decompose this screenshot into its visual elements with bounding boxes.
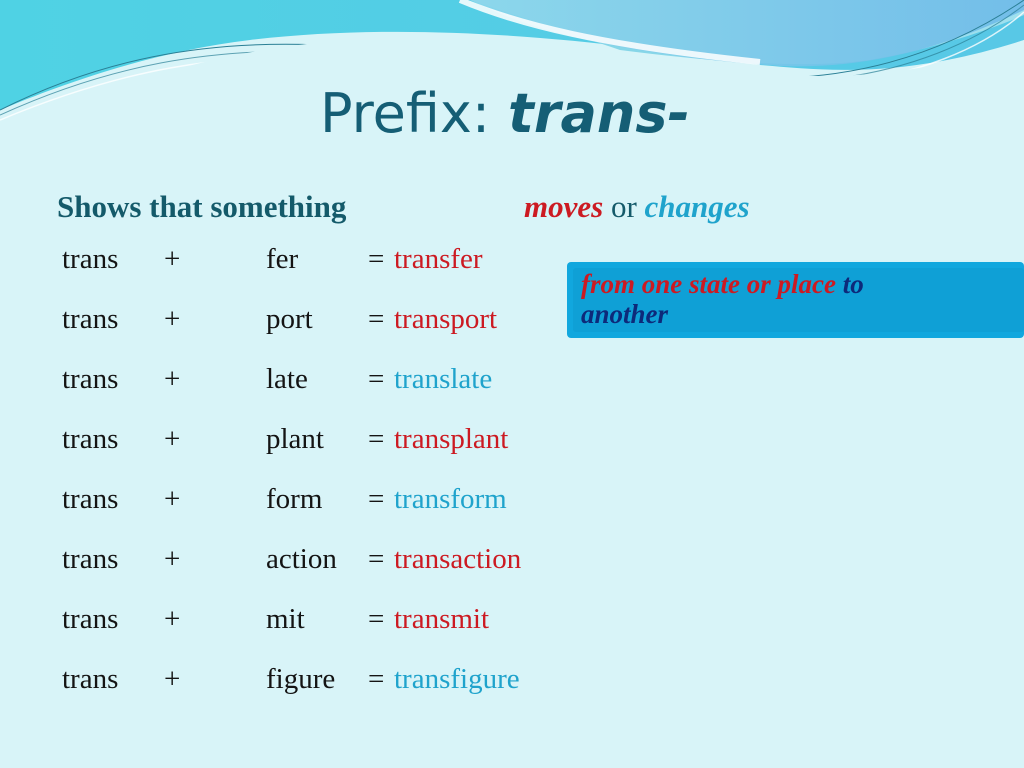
- callout-part-1: from one state or place: [581, 269, 836, 299]
- slide-title: Prefix: trans-: [320, 82, 690, 145]
- result-word: transaction: [394, 543, 522, 575]
- equals-sign: =: [368, 483, 385, 515]
- result-word: transmit: [394, 603, 490, 635]
- plus-sign: +: [164, 603, 181, 635]
- prefix-base: trans: [62, 243, 119, 275]
- plus-sign: +: [164, 483, 181, 515]
- root-word: figure: [266, 663, 336, 695]
- equals-sign: =: [368, 663, 385, 695]
- plus-sign: +: [164, 543, 181, 575]
- plus-sign: +: [164, 423, 181, 455]
- plus-sign: +: [164, 663, 181, 695]
- result-word: transplant: [394, 423, 509, 455]
- keyword-moves: moves: [524, 189, 604, 224]
- callout-part-2: to: [842, 269, 864, 299]
- root-word: port: [266, 303, 313, 335]
- root-word: fer: [266, 243, 299, 275]
- prefix-base: trans: [62, 543, 119, 575]
- title-prefix: trans-: [508, 82, 690, 145]
- root-word: form: [266, 483, 323, 515]
- callout-part-3: another: [581, 299, 669, 329]
- result-word: transfigure: [394, 663, 520, 695]
- prefix-base: trans: [62, 603, 119, 635]
- root-word: action: [266, 543, 337, 575]
- prefix-base: trans: [62, 423, 119, 455]
- callout-text: from one state or place to another: [581, 269, 1014, 329]
- equals-sign: =: [368, 363, 385, 395]
- prefix-base: trans: [62, 483, 119, 515]
- result-word: transform: [394, 483, 507, 515]
- root-word: late: [266, 363, 308, 395]
- plus-sign: +: [164, 363, 181, 395]
- equals-sign: =: [368, 543, 385, 575]
- plus-sign: +: [164, 303, 181, 335]
- result-word: translate: [394, 363, 493, 395]
- equals-sign: =: [368, 303, 385, 335]
- prefix-base: trans: [62, 303, 119, 335]
- equals-sign: =: [368, 603, 385, 635]
- keyword-changes: changes: [644, 189, 750, 224]
- equals-sign: =: [368, 423, 385, 455]
- result-word: transport: [394, 303, 498, 335]
- root-word: mit: [266, 603, 305, 635]
- root-word: plant: [266, 423, 324, 455]
- prefix-base: trans: [62, 663, 119, 695]
- definition-keywords: moves or changes: [524, 189, 750, 225]
- title-label: Prefix:: [320, 82, 491, 145]
- keyword-or: or: [610, 189, 637, 224]
- plus-sign: +: [164, 243, 181, 275]
- prefix-base: trans: [62, 363, 119, 395]
- definition-callout-box: from one state or place to another: [567, 262, 1024, 338]
- equals-sign: =: [368, 243, 385, 275]
- result-word: transfer: [394, 243, 483, 275]
- definition-lead: Shows that something: [57, 189, 347, 224]
